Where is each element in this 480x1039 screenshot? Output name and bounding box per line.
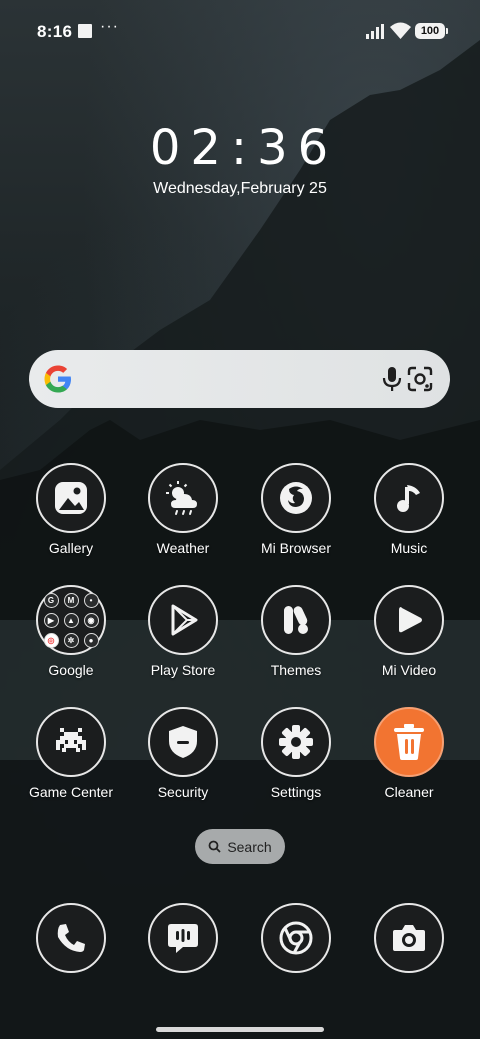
settings-icon bbox=[261, 707, 331, 777]
dock-phone[interactable] bbox=[19, 903, 123, 973]
search-icon bbox=[208, 840, 221, 853]
battery-icon: 100 bbox=[415, 23, 448, 39]
cleaner-icon bbox=[374, 707, 444, 777]
google-logo-icon bbox=[44, 365, 71, 393]
google-app-icon: G bbox=[43, 592, 59, 608]
security-icon bbox=[148, 707, 218, 777]
chrome-mini-icon: ◎ bbox=[43, 632, 59, 648]
app-label: Security bbox=[157, 784, 209, 800]
assistant-icon: • bbox=[83, 592, 99, 608]
wifi-icon bbox=[390, 22, 411, 39]
google-lens-icon[interactable] bbox=[407, 366, 433, 392]
youtube-icon: ▶ bbox=[43, 612, 59, 628]
app-label: Mi Browser bbox=[260, 540, 331, 556]
app-security[interactable]: Security bbox=[131, 707, 235, 800]
app-mi-browser[interactable]: Mi Browser bbox=[244, 463, 348, 556]
status-bar: 8:16 ··· 100 bbox=[0, 0, 480, 64]
dock-messages[interactable] bbox=[131, 903, 235, 973]
status-time: 8:16 bbox=[37, 22, 73, 41]
clock-widget-time[interactable]: 02:36 bbox=[0, 120, 480, 176]
app-label: Mi Video bbox=[381, 662, 437, 678]
app-label: Music bbox=[390, 540, 428, 556]
app-google-folder[interactable]: G M • ▶ ▲ ◉ ◎ ✲ ● Google bbox=[19, 585, 123, 678]
app-label: Game Center bbox=[28, 784, 114, 800]
app-label: Weather bbox=[156, 540, 210, 556]
google-folder-icon: G M • ▶ ▲ ◉ ◎ ✲ ● bbox=[36, 585, 106, 655]
app-weather[interactable]: Weather bbox=[131, 463, 235, 556]
app-music[interactable]: Music bbox=[357, 463, 461, 556]
app-label: Cleaner bbox=[384, 784, 434, 800]
app-drawer-search-button[interactable]: Search bbox=[195, 829, 285, 864]
play-store-icon bbox=[148, 585, 218, 655]
app-game-center[interactable]: Game Center bbox=[19, 707, 123, 800]
weather-icon bbox=[148, 463, 218, 533]
camera-icon bbox=[374, 903, 444, 973]
dock-camera[interactable] bbox=[357, 903, 461, 973]
app-themes[interactable]: Themes bbox=[244, 585, 348, 678]
app-play-store[interactable]: Play Store bbox=[131, 585, 235, 678]
signal-icon bbox=[366, 24, 384, 39]
clock-widget-date[interactable]: Wednesday,February 25 bbox=[0, 180, 480, 198]
gmail-icon: M bbox=[63, 592, 79, 608]
game-center-icon bbox=[36, 707, 106, 777]
notification-icon bbox=[78, 24, 92, 38]
app-label: Gallery bbox=[48, 540, 94, 556]
mi-browser-icon bbox=[261, 463, 331, 533]
dock-chrome[interactable] bbox=[244, 903, 348, 973]
photos-icon: ✲ bbox=[63, 632, 79, 648]
app-cleaner[interactable]: Cleaner bbox=[357, 707, 461, 800]
voice-search-icon[interactable] bbox=[381, 366, 403, 392]
phone-icon bbox=[36, 903, 106, 973]
google-search-widget[interactable] bbox=[29, 350, 450, 408]
app-mi-video[interactable]: Mi Video bbox=[357, 585, 461, 678]
app-label: Play Store bbox=[150, 662, 216, 678]
app-label: Themes bbox=[270, 662, 322, 678]
contacts-icon: ● bbox=[83, 632, 99, 648]
maps-icon: ◉ bbox=[83, 612, 99, 628]
themes-icon bbox=[261, 585, 331, 655]
app-label: Settings bbox=[270, 784, 322, 800]
more-notifications-icon: ··· bbox=[100, 18, 119, 35]
messages-icon bbox=[148, 903, 218, 973]
mi-video-icon bbox=[374, 585, 444, 655]
chrome-icon bbox=[261, 903, 331, 973]
music-icon bbox=[374, 463, 444, 533]
app-gallery[interactable]: Gallery bbox=[19, 463, 123, 556]
drive-icon: ▲ bbox=[63, 612, 79, 628]
drawer-search-label: Search bbox=[227, 838, 272, 855]
home-indicator[interactable] bbox=[156, 1027, 324, 1032]
app-label: Google bbox=[48, 662, 94, 678]
gallery-icon bbox=[36, 463, 106, 533]
app-settings[interactable]: Settings bbox=[244, 707, 348, 800]
